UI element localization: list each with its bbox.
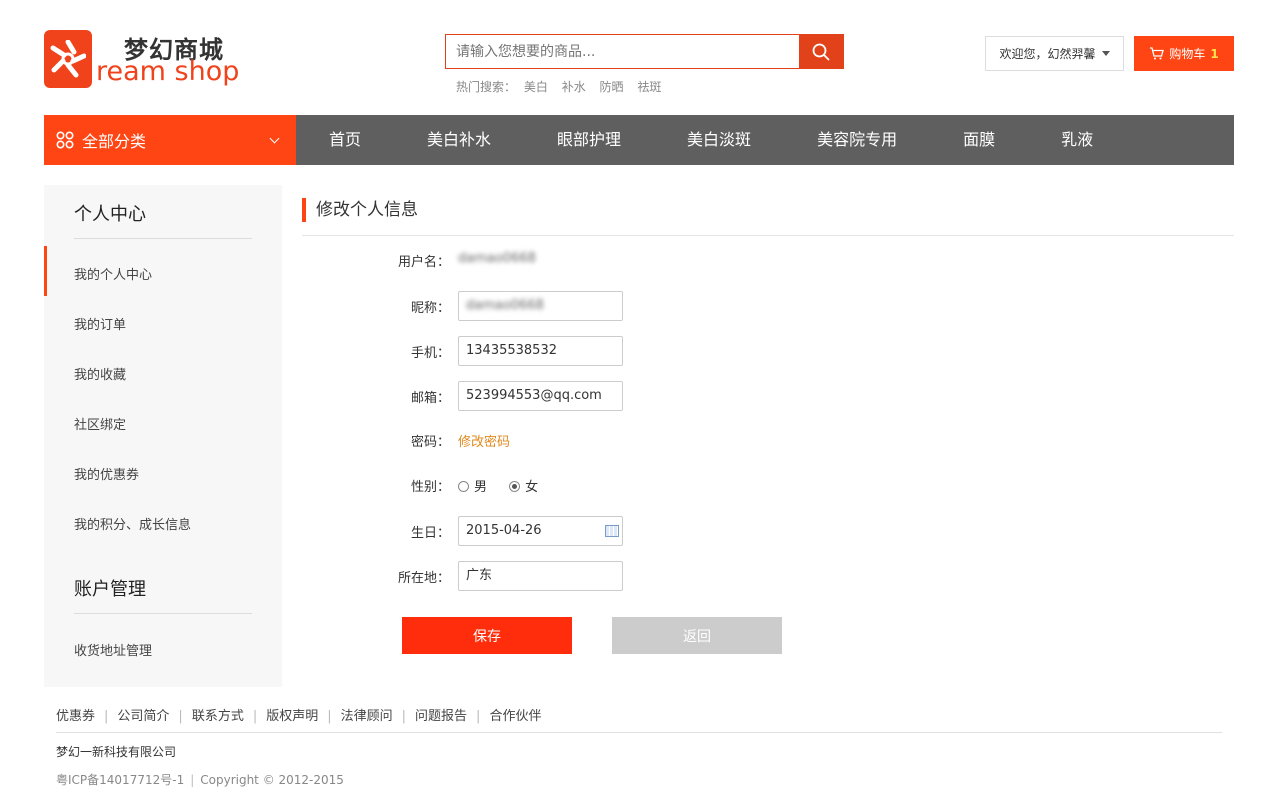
sidebar-item-my-center[interactable]: 我的个人中心 bbox=[74, 264, 152, 283]
footer-divider bbox=[56, 732, 1222, 733]
nav-item-whitening-spot[interactable]: 美白淡斑 bbox=[654, 115, 784, 165]
footer-company: 梦幻一新科技有限公司 bbox=[56, 745, 177, 759]
cart-count: 1 bbox=[1210, 46, 1219, 61]
username-value: damao0668 bbox=[458, 251, 536, 266]
hot-term[interactable]: 祛斑 bbox=[637, 80, 661, 94]
search-bar bbox=[445, 34, 844, 69]
footer-icp: 粤ICP备14017712号-1 | Copyright © 2012-2015 bbox=[56, 771, 344, 788]
hot-term[interactable]: 防晒 bbox=[600, 80, 624, 94]
sidebar-item-address[interactable]: 收货地址管理 bbox=[74, 640, 152, 659]
birthday-label: 生日： bbox=[410, 526, 450, 541]
separator: | bbox=[178, 709, 183, 724]
sidebar-item-orders[interactable]: 我的订单 bbox=[74, 314, 126, 333]
search-icon bbox=[812, 43, 830, 60]
search-button[interactable] bbox=[799, 35, 843, 68]
icp-number: 粤ICP备14017712号-1 bbox=[56, 773, 185, 787]
email-input[interactable]: 523994553@qq.com bbox=[458, 381, 623, 411]
nickname-value: damao0668 bbox=[466, 298, 544, 313]
page-title: 修改个人信息 bbox=[302, 198, 418, 222]
sidebar-item-coupons[interactable]: 我的优惠券 bbox=[74, 464, 139, 483]
separator: | bbox=[476, 709, 481, 724]
save-button[interactable]: 保存 bbox=[402, 617, 572, 654]
nickname-input[interactable]: damao0668 bbox=[458, 291, 623, 321]
phone-label: 手机： bbox=[410, 346, 450, 361]
active-indicator bbox=[44, 246, 47, 296]
cart-label: 购物车 bbox=[1169, 47, 1206, 61]
radio-female[interactable] bbox=[509, 481, 521, 492]
sidebar-section-title: 账户管理 bbox=[74, 575, 252, 614]
nav-item-home[interactable]: 首页 bbox=[296, 115, 394, 165]
footer-links: 优惠券 | 公司简介 | 联系方式 | 版权声明 | 法律顾问 | 问题报告 | 合作伙伴 bbox=[56, 705, 541, 724]
separator: | bbox=[401, 709, 407, 724]
hot-search-label: 热门搜索： bbox=[456, 80, 517, 94]
gender-label: 性别： bbox=[410, 480, 450, 495]
footer-link[interactable]: 问题报告 bbox=[415, 709, 467, 724]
email-label: 邮箱： bbox=[410, 391, 450, 406]
cart-icon bbox=[1150, 47, 1165, 60]
change-password-link[interactable]: 修改密码 bbox=[458, 431, 510, 450]
nav-item-mask[interactable]: 面膜 bbox=[930, 115, 1028, 165]
nickname-label: 昵称： bbox=[410, 301, 450, 316]
separator: | bbox=[252, 709, 258, 724]
footer-link[interactable]: 公司简介 bbox=[117, 709, 169, 724]
back-button[interactable]: 返回 bbox=[612, 617, 782, 654]
username-label: 用户名： bbox=[398, 255, 451, 270]
cart-button[interactable]: 购物车 1 bbox=[1134, 36, 1234, 71]
gender-radio-group: 男 女 bbox=[458, 476, 538, 495]
all-categories-label: 全部分类 bbox=[82, 132, 147, 151]
gender-male-label: 男 bbox=[474, 480, 488, 495]
location-input[interactable]: 广东 bbox=[458, 561, 623, 591]
location-label: 所在地： bbox=[398, 571, 451, 586]
nav-item-whitening-hydrating[interactable]: 美白补水 bbox=[394, 115, 524, 165]
welcome-text: 欢迎您，幻然羿馨 bbox=[999, 47, 1096, 61]
search-input[interactable] bbox=[446, 35, 799, 68]
hot-term[interactable]: 补水 bbox=[562, 80, 586, 94]
logo-mark-icon bbox=[44, 30, 92, 88]
gender-female-option[interactable]: 女 bbox=[509, 480, 538, 495]
user-menu[interactable]: 欢迎您，幻然羿馨 bbox=[985, 36, 1124, 71]
nav-item-eye-care[interactable]: 眼部护理 bbox=[524, 115, 654, 165]
hot-search: 热门搜索： 美白 补水 防晒 祛斑 bbox=[456, 78, 671, 95]
sidebar-item-favorites[interactable]: 我的收藏 bbox=[74, 364, 126, 383]
all-categories-button[interactable]: 全部分类 bbox=[44, 115, 296, 165]
categories-icon bbox=[56, 131, 74, 149]
footer-link[interactable]: 版权声明 bbox=[266, 709, 318, 724]
chevron-down-icon bbox=[269, 133, 280, 144]
birthday-input[interactable]: 2015-04-26 bbox=[458, 516, 623, 546]
radio-male[interactable] bbox=[458, 481, 469, 492]
footer-link[interactable]: 合作伙伴 bbox=[489, 709, 541, 724]
gender-male-option[interactable]: 男 bbox=[458, 480, 487, 495]
logo[interactable]: 梦幻商城 ream shop bbox=[44, 28, 244, 90]
footer-link[interactable]: 法律顾问 bbox=[341, 709, 393, 724]
separator: | bbox=[104, 709, 109, 724]
calendar-icon[interactable] bbox=[605, 525, 619, 537]
footer-link[interactable]: 联系方式 bbox=[192, 709, 244, 724]
sidebar-item-social-binding[interactable]: 社区绑定 bbox=[74, 414, 126, 433]
divider bbox=[302, 235, 1234, 236]
nav-item-salon[interactable]: 美容院专用 bbox=[784, 115, 930, 165]
gender-female-label: 女 bbox=[525, 480, 539, 495]
password-label: 密码： bbox=[410, 435, 450, 450]
brand-name-en: ream shop bbox=[96, 56, 240, 87]
sidebar: 个人中心 我的个人中心 我的订单 我的收藏 社区绑定 我的优惠券 我的积分、成长… bbox=[44, 185, 282, 687]
main-nav: 全部分类 首页 美白补水 眼部护理 美白淡斑 美容院专用 面膜 乳液 bbox=[44, 115, 1234, 165]
phone-input[interactable]: 13435538532 bbox=[458, 336, 623, 366]
hot-term[interactable]: 美白 bbox=[524, 80, 548, 94]
caret-down-icon bbox=[1101, 51, 1110, 56]
copyright: Copyright © 2012-2015 bbox=[200, 773, 344, 787]
separator: | bbox=[190, 773, 195, 787]
footer-link[interactable]: 优惠券 bbox=[56, 709, 95, 724]
sidebar-section-title: 个人中心 bbox=[74, 200, 252, 239]
nav-item-lotion[interactable]: 乳液 bbox=[1028, 115, 1126, 165]
sidebar-item-points[interactable]: 我的积分、成长信息 bbox=[74, 514, 191, 533]
separator: | bbox=[327, 709, 332, 724]
birthday-value: 2015-04-26 bbox=[466, 523, 542, 538]
